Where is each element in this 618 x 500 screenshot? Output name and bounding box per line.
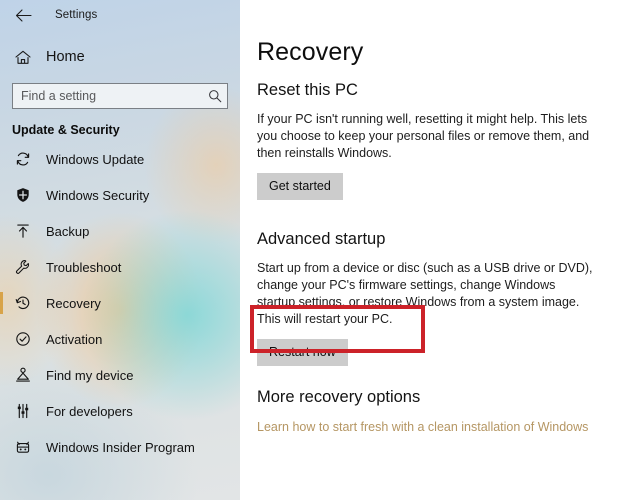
sidebar-item-label: Windows Insider Program — [46, 439, 195, 455]
upload-arrow-icon — [12, 223, 34, 239]
sidebar-item-home[interactable]: Home — [0, 40, 240, 74]
sidebar: Settings Home Update & Security — [0, 0, 240, 500]
section-advanced-startup: Advanced startup Start up from a device … — [257, 230, 618, 366]
sidebar-group-header: Update & Security — [12, 123, 120, 137]
sidebar-item-troubleshoot[interactable]: Troubleshoot — [0, 249, 240, 285]
sidebar-item-label: Troubleshoot — [46, 259, 122, 275]
section-heading: Reset this PC — [257, 81, 358, 99]
section-description: If your PC isn't running well, resetting… — [257, 112, 590, 160]
sidebar-item-label: Backup — [46, 223, 90, 239]
sidebar-item-windows-update[interactable]: Windows Update — [0, 141, 240, 177]
section-reset-this-pc: Reset this PC If your PC isn't running w… — [257, 81, 618, 200]
sidebar-item-label: Find my device — [46, 367, 134, 383]
section-heading: Advanced startup — [257, 230, 386, 248]
search-input[interactable] — [13, 84, 203, 108]
main-content: Recovery Reset this PC If your PC isn't … — [240, 0, 618, 500]
clock-history-icon — [12, 295, 34, 311]
home-icon — [12, 50, 34, 65]
title-bar: Settings — [0, 0, 240, 30]
location-person-icon — [12, 367, 34, 383]
settings-window: Settings Home Update & Security — [0, 0, 618, 500]
wrench-icon — [12, 259, 34, 275]
sidebar-item-find-my-device[interactable]: Find my device — [0, 357, 240, 393]
sidebar-item-label: Windows Security — [46, 187, 150, 203]
sidebar-item-recovery[interactable]: Recovery — [0, 285, 240, 321]
page-title: Recovery — [257, 38, 364, 66]
get-started-button[interactable]: Get started — [257, 173, 343, 200]
clean-installation-link[interactable]: Learn how to start fresh with a clean in… — [257, 420, 588, 434]
sliders-icon — [12, 403, 34, 419]
sidebar-item-windows-security[interactable]: Windows Security — [0, 177, 240, 213]
ninjacat-icon — [12, 439, 34, 455]
sidebar-item-windows-insider-program[interactable]: Windows Insider Program — [0, 429, 240, 465]
sidebar-item-label: Activation — [46, 331, 103, 347]
sidebar-item-activation[interactable]: Activation — [0, 321, 240, 357]
sidebar-item-label: For developers — [46, 403, 133, 419]
section-more-recovery-options: More recovery options Learn how to start… — [257, 388, 618, 436]
search-icon[interactable] — [203, 89, 227, 103]
search-box[interactable] — [12, 83, 228, 109]
sidebar-nav: Windows Update Windows Security Backup T… — [0, 141, 240, 465]
sidebar-item-for-developers[interactable]: For developers — [0, 393, 240, 429]
sidebar-item-label: Recovery — [46, 295, 101, 311]
back-arrow-icon[interactable] — [12, 4, 34, 26]
section-description: Start up from a device or disc (such as … — [257, 261, 593, 326]
sidebar-item-label: Windows Update — [46, 151, 145, 167]
sync-refresh-icon — [12, 151, 34, 167]
restart-now-button[interactable]: Restart now — [257, 339, 348, 366]
check-circle-icon — [12, 331, 34, 347]
home-label: Home — [46, 49, 85, 65]
section-heading: More recovery options — [257, 388, 421, 406]
shield-icon — [12, 187, 34, 203]
app-title: Settings — [55, 9, 98, 21]
sidebar-item-backup[interactable]: Backup — [0, 213, 240, 249]
